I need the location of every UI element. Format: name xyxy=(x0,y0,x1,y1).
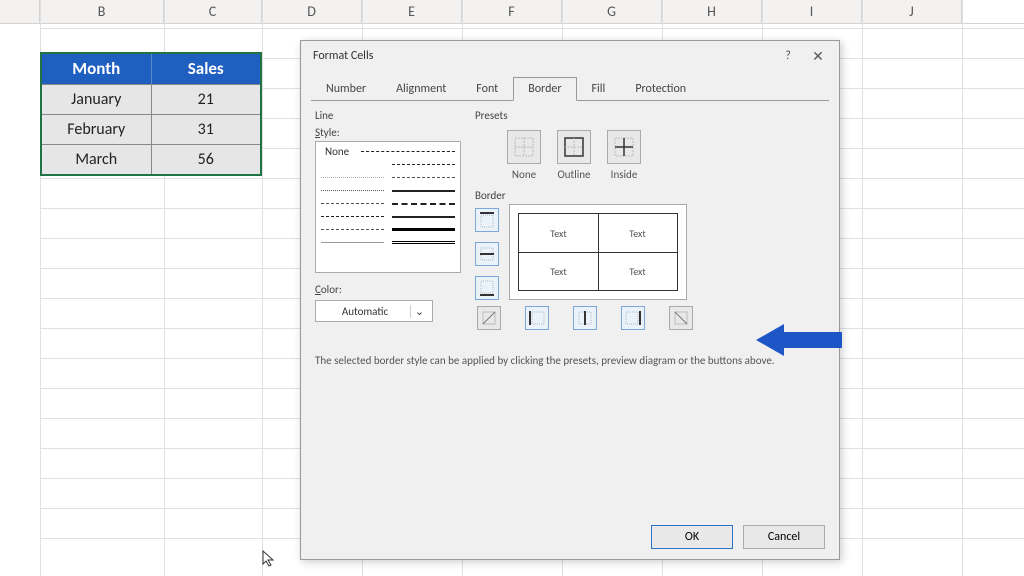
cursor-icon xyxy=(262,550,276,572)
diag-up-icon xyxy=(481,310,497,326)
style-hair[interactable] xyxy=(321,177,384,178)
cancel-button[interactable]: Cancel xyxy=(743,525,825,549)
color-dropdown[interactable]: Automatic ⌄ xyxy=(315,300,433,322)
preset-outline-button[interactable] xyxy=(557,130,591,164)
preview-text-tl: Text xyxy=(519,214,598,252)
border-right-icon xyxy=(625,310,641,326)
dialog-title: Format Cells xyxy=(313,49,773,63)
preview-text-tr: Text xyxy=(598,214,677,252)
ok-button[interactable]: OK xyxy=(651,525,733,549)
style-double[interactable] xyxy=(392,241,455,244)
border-group-label: Border xyxy=(475,189,825,202)
style-none-label[interactable]: None xyxy=(321,143,353,160)
border-right-button[interactable] xyxy=(621,306,645,330)
border-preview[interactable]: Text Text Text Text xyxy=(509,204,687,300)
border-left-button[interactable] xyxy=(525,306,549,330)
header-month: Month xyxy=(42,54,152,84)
preset-outline-label: Outline xyxy=(557,168,591,181)
preview-text-bl: Text xyxy=(519,252,598,290)
cell-month[interactable]: March xyxy=(42,145,152,174)
tab-alignment[interactable]: Alignment xyxy=(381,77,461,101)
format-cells-dialog: Format Cells ? ✕ Number Alignment Font B… xyxy=(300,40,840,560)
style-thick[interactable] xyxy=(392,228,455,231)
preview-text-br: Text xyxy=(598,252,677,290)
border-diag-down-button[interactable] xyxy=(669,306,693,330)
cell-sales[interactable]: 56 xyxy=(152,145,261,174)
border-style-list[interactable]: None xyxy=(315,141,461,273)
style-label: Style: xyxy=(315,126,461,139)
style-dash2[interactable] xyxy=(321,229,384,230)
border-hmid-button[interactable] xyxy=(475,242,499,266)
table-header-row: Month Sales xyxy=(42,54,260,84)
preset-outline-icon xyxy=(563,136,585,158)
line-group-label: Line xyxy=(315,109,461,122)
style-dotted[interactable] xyxy=(321,190,384,191)
cell-sales[interactable]: 31 xyxy=(152,115,261,144)
table-row: February 31 xyxy=(42,114,260,144)
border-left-icon xyxy=(529,310,545,326)
style-dashdot2[interactable] xyxy=(392,164,455,165)
border-bottom-icon xyxy=(479,280,495,296)
header-sales: Sales xyxy=(152,54,261,84)
style-dashed[interactable] xyxy=(392,177,455,178)
annotation-arrow-icon xyxy=(756,318,846,362)
border-top-icon xyxy=(479,212,495,228)
preset-none-label: None xyxy=(507,168,541,181)
style-dash[interactable] xyxy=(321,203,384,204)
style-medium[interactable] xyxy=(392,190,455,192)
diag-down-icon xyxy=(673,310,689,326)
style-thin[interactable] xyxy=(321,242,384,243)
cell-sales[interactable]: 21 xyxy=(152,85,261,114)
color-label: Color: xyxy=(315,283,461,296)
presets-label: Presets xyxy=(475,109,825,122)
dialog-titlebar[interactable]: Format Cells ? ✕ xyxy=(301,41,839,71)
table-row: March 56 xyxy=(42,144,260,174)
border-vmid-button[interactable] xyxy=(573,306,597,330)
border-bottom-button[interactable] xyxy=(475,276,499,300)
border-top-button[interactable] xyxy=(475,208,499,232)
dialog-tabs: Number Alignment Font Border Fill Protec… xyxy=(301,71,839,101)
cell-month[interactable]: February xyxy=(42,115,152,144)
preset-none-icon xyxy=(513,136,535,158)
data-table[interactable]: Month Sales January 21 February 31 March… xyxy=(40,52,262,176)
tab-number[interactable]: Number xyxy=(311,77,381,101)
tab-protection[interactable]: Protection xyxy=(620,77,701,101)
border-hmid-icon xyxy=(479,246,495,262)
border-diag-up-button[interactable] xyxy=(477,306,501,330)
preset-inside-label: Inside xyxy=(607,168,641,181)
style-mdash[interactable] xyxy=(392,203,455,205)
cell-month[interactable]: January xyxy=(42,85,152,114)
hint-text: The selected border style can be applied… xyxy=(315,354,825,367)
tab-fill[interactable]: Fill xyxy=(577,77,621,101)
style-dashdot3[interactable] xyxy=(321,216,384,217)
preset-inside-button[interactable] xyxy=(607,130,641,164)
style-dashdot[interactable] xyxy=(361,151,455,152)
preset-inside-icon xyxy=(613,136,635,158)
tab-font[interactable]: Font xyxy=(461,77,513,101)
border-vmid-icon xyxy=(577,310,593,326)
style-medium2[interactable] xyxy=(392,216,455,218)
corner-cell xyxy=(0,0,40,23)
tab-border[interactable]: Border xyxy=(513,77,576,101)
help-button[interactable]: ? xyxy=(773,49,803,63)
close-button[interactable]: ✕ xyxy=(803,48,833,65)
chevron-down-icon: ⌄ xyxy=(410,305,428,318)
table-row: January 21 xyxy=(42,84,260,114)
preset-none-button[interactable] xyxy=(507,130,541,164)
color-value: Automatic xyxy=(320,305,410,318)
